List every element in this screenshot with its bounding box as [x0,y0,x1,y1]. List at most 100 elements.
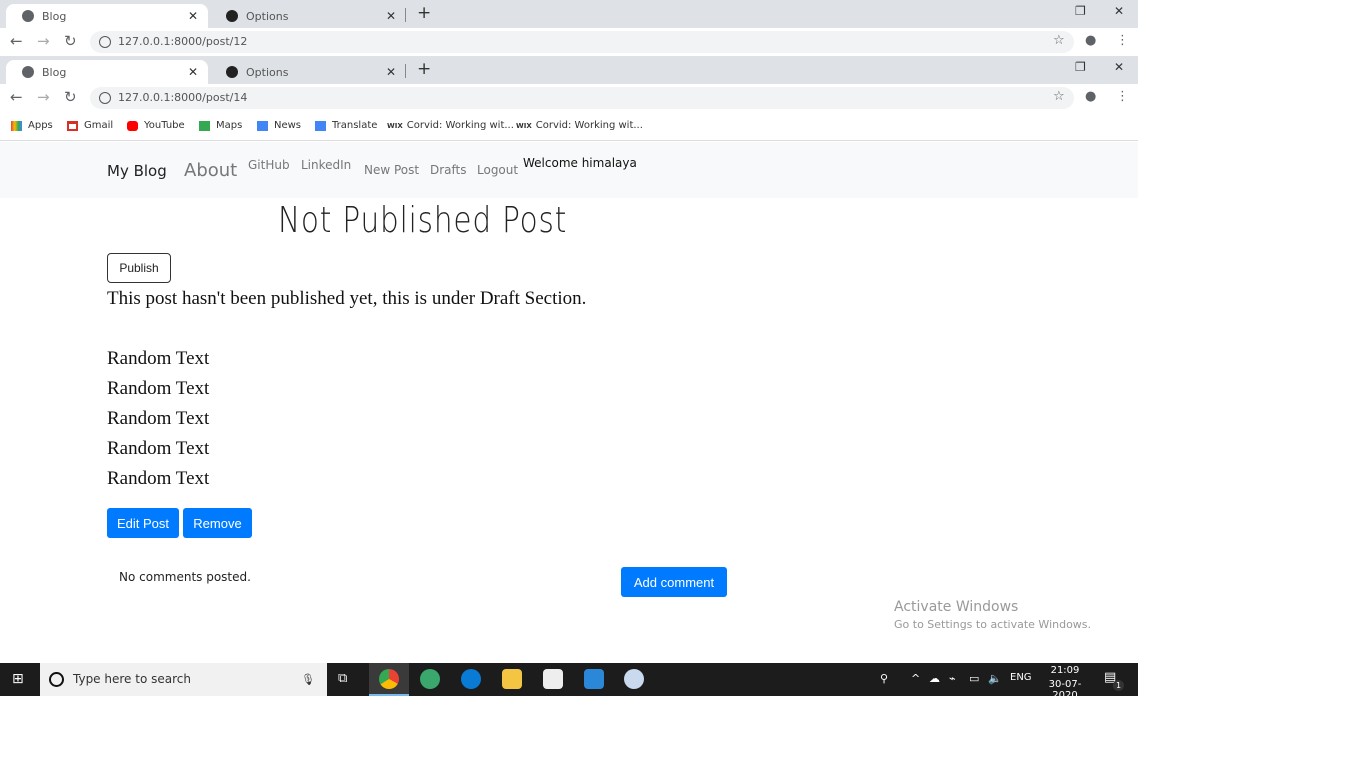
no-comments-text: No comments posted. [119,570,251,584]
reload-icon[interactable]: ↻ [64,88,77,106]
bookmark-label: Translate [332,120,378,131]
news-icon [257,120,268,131]
volume-icon[interactable]: 🔈 [988,672,1002,685]
reload-icon[interactable]: ↻ [64,32,77,50]
language-indicator[interactable]: ENG [1010,672,1032,683]
back-icon[interactable]: ← [10,32,23,50]
windows-start-icon[interactable]: ⊞ [12,671,24,687]
bookmark-apps[interactable]: Apps [11,120,53,131]
menu-icon[interactable]: ⋮ [1116,33,1129,48]
gmail-icon [67,120,78,131]
close-window-icon[interactable]: ✕ [1114,60,1124,74]
url-text: 127.0.0.1:8000/post/14 [118,91,248,104]
activate-windows-watermark: Activate Windows Go to Settings to activ… [894,599,1091,631]
post-body-line: Random Text [107,348,210,369]
file-explorer-icon[interactable] [502,669,522,689]
close-tab-icon[interactable]: ✕ [188,65,198,79]
network-icon[interactable]: ⌁ [949,672,956,685]
bookmark-corvid-2[interactable]: WIX Corvid: Working wit... [516,120,643,131]
profile-icon[interactable]: ● [1085,89,1096,104]
tab-options-back[interactable]: Options ✕ [210,4,406,28]
chrome-taskbar-button[interactable] [369,663,409,696]
nav-logout[interactable]: Logout [477,163,518,177]
display-icon[interactable]: ▭ [969,672,979,685]
wix-icon: WIX [387,121,403,130]
task-view-icon[interactable]: ⧉ [338,671,347,686]
brand-link[interactable]: My Blog [107,162,167,180]
profile-icon[interactable]: ● [1085,33,1096,48]
new-tab-button[interactable]: + [417,59,431,79]
github-icon [226,66,238,78]
menu-icon[interactable]: ⋮ [1116,89,1129,104]
close-window-icon[interactable]: ✕ [1114,4,1124,18]
star-icon[interactable]: ☆ [1053,33,1065,48]
chrome-icon [379,669,399,689]
remove-button[interactable]: Remove [183,508,252,538]
tab-options[interactable]: Options ✕ [210,60,406,84]
close-tab-icon[interactable]: ✕ [386,65,396,79]
nav-github[interactable]: GitHub [248,158,290,172]
forward-icon[interactable]: → [37,32,50,50]
bookmarks-bar: Apps Gmail YouTube Maps News Translate W… [0,112,1138,141]
bookmark-label: News [274,120,302,131]
onedrive-icon[interactable]: ☁ [929,672,940,685]
people-icon[interactable]: ⚲ [880,672,888,685]
back-icon[interactable]: ← [10,88,23,106]
maps-icon [199,120,210,131]
apps-icon [11,120,22,131]
bookmark-translate[interactable]: Translate [315,120,377,131]
watermark-title: Activate Windows [894,599,1019,615]
add-comment-button[interactable]: Add comment [621,567,727,597]
restore-icon[interactable]: ❐ [1075,4,1086,18]
store-icon[interactable] [543,669,563,689]
site-navbar: My Blog About GitHub LinkedIn New Post D… [0,142,1138,198]
nav-drafts[interactable]: Drafts [430,163,467,177]
tab-blog[interactable]: Blog ✕ [6,60,208,84]
chevron-up-icon[interactable]: ^ [911,672,920,685]
bookmark-maps[interactable]: Maps [199,120,242,131]
welcome-text: Welcome himalaya [523,156,637,170]
info-icon [99,92,111,104]
app-icon[interactable] [420,669,440,689]
draft-notice: This post hasn't been published yet, thi… [107,288,587,309]
bookmark-label: Gmail [84,120,114,131]
close-tab-icon[interactable]: ✕ [386,9,396,23]
star-icon[interactable]: ☆ [1053,89,1065,104]
bookmark-gmail[interactable]: Gmail [67,120,113,131]
close-tab-icon[interactable]: ✕ [188,9,198,23]
cortana-icon [49,672,64,687]
bookmark-label: Corvid: Working wit... [535,120,643,131]
bookmark-youtube[interactable]: YouTube [127,120,185,131]
tab-separator [405,8,406,22]
forward-icon[interactable]: → [37,88,50,106]
edit-post-button[interactable]: Edit Post [107,508,179,538]
new-tab-button[interactable]: + [417,3,431,23]
url-text: 127.0.0.1:8000/post/12 [118,35,248,48]
tab-strip-back: Blog ✕ Options ✕ + ❐ ✕ [0,0,1138,28]
tab-blog-back[interactable]: Blog ✕ [6,4,208,28]
youtube-icon [127,120,138,131]
microphone-icon[interactable]: 🎙 [301,663,315,696]
paint-icon[interactable] [624,669,644,689]
bookmark-label: Apps [28,120,53,131]
globe-icon [22,66,34,78]
screen: Blog ✕ Options ✕ + ❐ ✕ ← → ↻ 127.0.0.1:800… [0,0,1138,696]
nav-new-post[interactable]: New Post [364,163,419,177]
edge-icon[interactable] [461,669,481,689]
address-bar[interactable]: 127.0.0.1:8000/post/14 [90,87,1074,109]
nav-linkedin[interactable]: LinkedIn [301,158,351,172]
publish-button[interactable]: Publish [107,253,171,283]
post-body-line: Random Text [107,378,210,399]
nav-about[interactable]: About [184,160,237,181]
clock[interactable]: 21:09 30-07-2020 [1038,665,1092,696]
mail-icon[interactable] [584,669,604,689]
bookmark-corvid-1[interactable]: WIX Corvid: Working wit... [387,120,514,131]
restore-icon[interactable]: ❐ [1075,60,1086,74]
translate-icon [315,120,326,131]
taskbar-search[interactable]: Type here to search 🎙 [40,663,327,696]
globe-icon [22,10,34,22]
post-title: Not Published Post [278,200,568,241]
tab-label: Blog [42,65,67,79]
address-bar[interactable]: 127.0.0.1:8000/post/12 [90,31,1074,53]
bookmark-news[interactable]: News [257,120,301,131]
